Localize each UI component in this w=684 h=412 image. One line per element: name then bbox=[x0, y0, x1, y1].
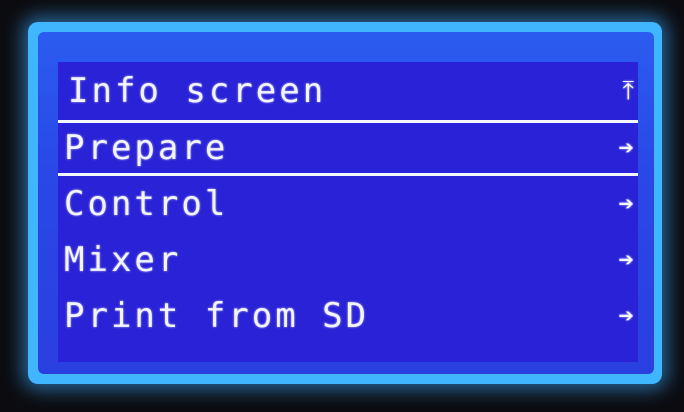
main-menu: Info screen ⤒ Prepare ➔ Control ➔ Mixer … bbox=[58, 62, 638, 344]
submenu-arrow-icon: ➔ bbox=[618, 189, 634, 219]
submenu-arrow-icon: ➔ bbox=[618, 301, 634, 331]
menu-item-control[interactable]: Control ➔ bbox=[58, 176, 638, 232]
menu-item-prepare[interactable]: Prepare ➔ bbox=[58, 120, 638, 176]
submenu-arrow-icon: ➔ bbox=[618, 133, 634, 163]
menu-item-label: Control bbox=[64, 184, 229, 224]
menu-item-label: Mixer bbox=[64, 240, 182, 280]
lcd-panel: Info screen ⤒ Prepare ➔ Control ➔ Mixer … bbox=[38, 32, 654, 374]
menu-item-print-from-sd[interactable]: Print from SD ➔ bbox=[58, 288, 638, 344]
menu-item-label: Print from SD bbox=[64, 296, 370, 336]
menu-item-info-screen[interactable]: Info screen ⤒ bbox=[58, 62, 638, 120]
menu-item-mixer[interactable]: Mixer ➔ bbox=[58, 232, 638, 288]
submenu-arrow-icon: ➔ bbox=[618, 245, 634, 275]
menu-item-label: Prepare bbox=[64, 128, 229, 168]
menu-item-label: Info screen bbox=[68, 71, 327, 111]
back-up-arrow-icon: ⤒ bbox=[622, 75, 635, 106]
menu-screen: Info screen ⤒ Prepare ➔ Control ➔ Mixer … bbox=[58, 62, 638, 362]
